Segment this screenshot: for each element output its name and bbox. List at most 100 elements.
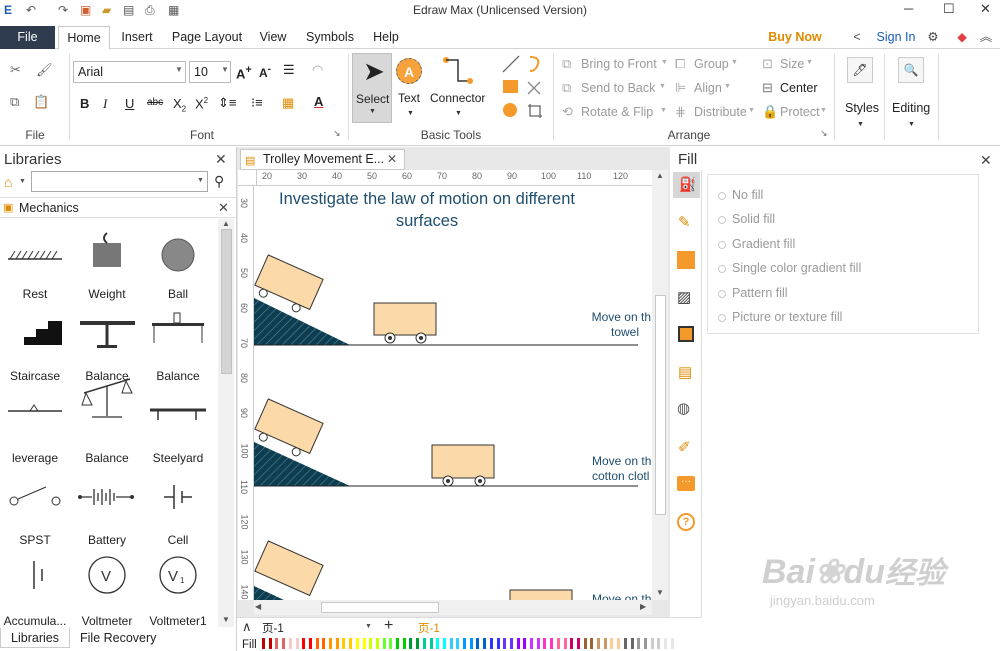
color-swatch[interactable] xyxy=(610,638,614,649)
drawing-page[interactable]: Investigate the law of motion on differe… xyxy=(254,186,652,600)
sign-in-link[interactable]: Sign In xyxy=(872,26,920,49)
color-swatch[interactable] xyxy=(657,638,661,649)
chevron-down-icon[interactable]: ▼ xyxy=(175,65,183,74)
color-swatch[interactable] xyxy=(295,638,299,649)
color-swatch[interactable] xyxy=(275,638,279,649)
color-swatch[interactable] xyxy=(335,638,339,649)
bold-icon[interactable]: B xyxy=(80,96,89,111)
group-icon[interactable]: ⧠ xyxy=(675,56,685,72)
grow-font-icon[interactable]: A+ xyxy=(236,64,252,81)
layers-icon[interactable] xyxy=(678,326,694,342)
library-item-leverage[interactable]: leverage xyxy=(0,451,70,465)
color-swatch[interactable] xyxy=(268,638,272,649)
chevron-down-icon[interactable]: ▼ xyxy=(748,107,755,114)
color-swatch[interactable] xyxy=(288,638,292,649)
fill-option-solid[interactable]: Solid fill xyxy=(718,212,775,226)
tab-page-layout[interactable]: Page Layout xyxy=(168,26,246,49)
fill-option-no-fill[interactable]: No fill xyxy=(718,188,763,202)
tab-help[interactable]: Help xyxy=(367,26,405,49)
tab-view[interactable]: View xyxy=(255,26,291,49)
color-swatch[interactable] xyxy=(489,638,493,649)
close-libraries-icon[interactable]: ✕ xyxy=(215,151,227,168)
italic-icon[interactable]: I xyxy=(103,96,107,112)
trolley-experiment-diagram[interactable] xyxy=(254,186,652,600)
chevron-down-icon[interactable]: ▼ xyxy=(197,177,204,184)
text-direction-icon[interactable]: ◠ xyxy=(312,62,323,78)
color-swatch[interactable] xyxy=(349,638,353,649)
font-name-field[interactable]: Arial xyxy=(73,61,186,83)
buy-now-link[interactable]: Buy Now xyxy=(766,26,824,49)
color-swatch[interactable] xyxy=(409,638,413,649)
fill-option-gradient[interactable]: Gradient fill xyxy=(718,237,795,251)
color-swatch[interactable] xyxy=(496,638,500,649)
close-tab-icon[interactable]: ✕ xyxy=(387,150,397,169)
highlight-icon[interactable]: ▦ xyxy=(282,95,294,111)
arrange-dialog-launcher-icon[interactable]: ↘ xyxy=(820,128,828,139)
strikethrough-icon[interactable]: abc xyxy=(147,97,163,108)
color-swatch[interactable] xyxy=(469,638,473,649)
canvas-vertical-scrollbar[interactable]: ▲ ▼ xyxy=(652,170,668,600)
globe-hyperlink-icon[interactable]: ◍ xyxy=(677,399,690,417)
apps-icon[interactable]: ◆ xyxy=(954,26,970,49)
color-swatch[interactable] xyxy=(329,638,332,649)
line-spacing-icon[interactable]: ⇕≡ xyxy=(218,95,236,111)
color-swatch[interactable] xyxy=(396,638,399,649)
color-swatch[interactable] xyxy=(677,638,681,649)
library-item-accumulator[interactable]: Accumula... xyxy=(0,614,70,628)
comment-icon[interactable]: ··· xyxy=(677,476,695,491)
select-tool-button[interactable]: ➤ Select ▼ xyxy=(352,53,392,123)
chevron-down-icon[interactable]: ▼ xyxy=(659,83,666,90)
color-swatch[interactable] xyxy=(375,638,379,649)
editing-button[interactable]: Editing xyxy=(892,101,930,115)
bullets-icon[interactable]: ⁝≡ xyxy=(251,95,263,111)
send-to-back-button[interactable]: Send to Back xyxy=(581,81,655,95)
library-item-balance[interactable]: Balance xyxy=(143,369,213,383)
color-swatch[interactable] xyxy=(402,638,406,649)
color-swatch[interactable] xyxy=(315,638,319,649)
color-swatch[interactable] xyxy=(563,638,567,649)
attachment-note-icon[interactable]: ✐ xyxy=(678,438,691,456)
rotate-flip-icon[interactable]: ⟲ xyxy=(562,104,573,120)
chevron-down-icon[interactable]: ▼ xyxy=(19,178,26,185)
send-to-back-icon[interactable]: ⧉ xyxy=(562,80,571,96)
fill-option-picture[interactable]: Picture or texture fill xyxy=(718,310,842,324)
library-scrollbar[interactable]: ▲ ▼ xyxy=(218,219,234,627)
editing-search-icon[interactable]: 🔍 xyxy=(898,57,924,83)
library-item-balance[interactable]: Balance xyxy=(72,369,142,383)
color-swatch[interactable] xyxy=(583,638,587,649)
line-style-icon[interactable]: ✎ xyxy=(678,213,691,231)
surface-label-third[interactable]: Move on th xyxy=(592,592,651,600)
color-swatch[interactable] xyxy=(590,638,594,649)
chevron-down-icon[interactable]: ▼ xyxy=(908,121,915,128)
size-icon[interactable]: ⊡ xyxy=(762,56,773,72)
color-swatch[interactable] xyxy=(550,638,554,649)
color-swatch[interactable] xyxy=(650,638,654,649)
rotate-flip-button[interactable]: Rotate & Flip xyxy=(581,105,653,119)
color-swatch[interactable] xyxy=(416,638,420,649)
color-swatch[interactable] xyxy=(643,638,647,649)
color-swatch[interactable] xyxy=(603,638,607,649)
color-swatch[interactable] xyxy=(630,638,634,649)
chevron-down-icon[interactable]: ▼ xyxy=(455,110,462,117)
center-button[interactable]: Center xyxy=(780,81,818,95)
library-item-battery[interactable]: Battery xyxy=(72,533,142,547)
close-icon[interactable]: ✕ xyxy=(980,1,991,17)
text-tool-icon[interactable]: A xyxy=(396,58,422,84)
bring-to-front-icon[interactable]: ⧉ xyxy=(562,56,571,72)
library-item-cell[interactable]: Cell xyxy=(143,533,213,547)
library-search-input[interactable] xyxy=(31,171,208,192)
color-swatch[interactable] xyxy=(483,638,487,649)
distribute-button[interactable]: Distribute xyxy=(694,105,747,119)
color-swatch[interactable] xyxy=(369,638,373,649)
color-swatch[interactable] xyxy=(637,638,641,649)
chevron-down-icon[interactable]: ▼ xyxy=(857,121,864,128)
chevron-up-icon[interactable]: ∧ xyxy=(242,619,252,635)
color-swatch[interactable] xyxy=(670,638,674,649)
color-swatch[interactable] xyxy=(429,638,433,649)
color-swatch[interactable] xyxy=(449,638,453,649)
paste-icon[interactable]: 📋 xyxy=(33,94,49,110)
chevron-down-icon[interactable]: ▼ xyxy=(365,623,372,630)
library-item-balance[interactable]: Balance xyxy=(72,451,142,465)
color-swatch[interactable] xyxy=(436,638,440,649)
align-button[interactable]: Align xyxy=(694,81,722,95)
